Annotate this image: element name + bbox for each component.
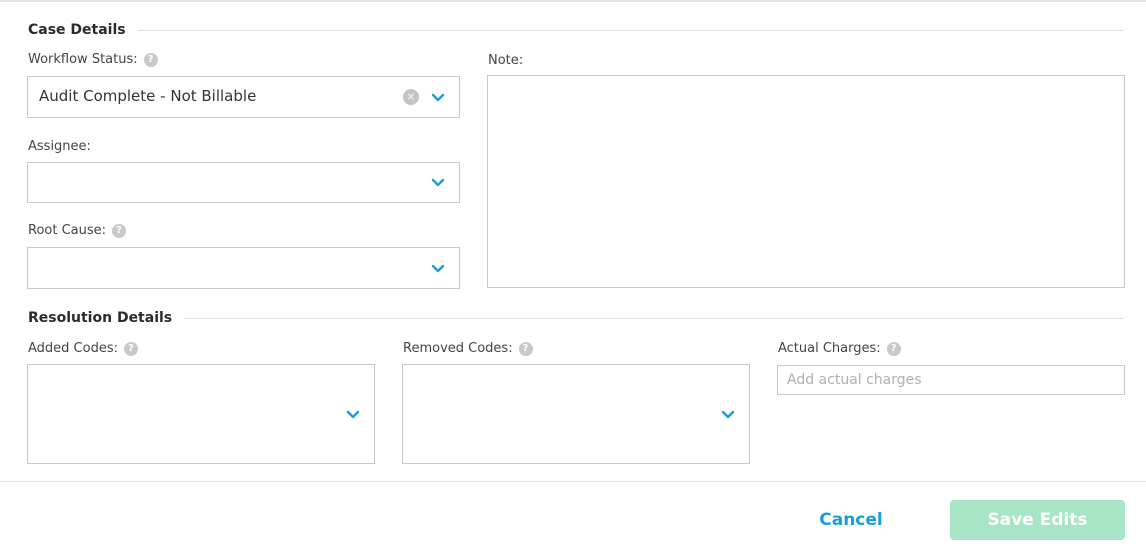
workflow-status-label: Workflow Status: ? [28,52,158,67]
added-codes-label-text: Added Codes: [28,341,118,356]
removed-codes-select[interactable] [402,364,750,464]
workflow-status-value: Audit Complete - Not Billable [39,87,257,105]
chevron-down-icon[interactable] [431,93,445,102]
help-icon[interactable]: ? [518,341,533,356]
assignee-label-text: Assignee: [28,139,91,154]
actual-charges-label-text: Actual Charges: [778,341,881,356]
help-icon[interactable]: ? [143,52,158,67]
workflow-status-label-text: Workflow Status: [28,52,138,67]
section-divider [137,29,1124,31]
assignee-select[interactable] [27,162,460,203]
help-icon[interactable]: ? [123,341,138,356]
chevron-down-icon[interactable] [431,264,445,273]
help-icon[interactable]: ? [886,341,901,356]
clear-icon[interactable]: × [403,89,419,105]
actual-charges-label: Actual Charges: ? [778,341,901,356]
root-cause-label: Root Cause: ? [28,223,127,238]
help-icon[interactable]: ? [112,223,127,238]
footer-divider [0,481,1146,482]
workflow-status-select[interactable]: Audit Complete - Not Billable × [27,76,460,118]
case-details-header: Case Details [28,22,1126,38]
note-label: Note: [488,53,523,68]
cancel-button[interactable]: Cancel [806,502,896,538]
root-cause-label-text: Root Cause: [28,223,107,238]
case-details-title: Case Details [28,22,126,38]
note-textarea[interactable] [487,75,1125,288]
section-divider [184,317,1125,319]
chevron-down-icon[interactable] [346,410,360,419]
chevron-down-icon[interactable] [721,410,735,419]
actual-charges-input[interactable] [777,365,1125,395]
resolution-details-header: Resolution Details [28,310,1126,326]
root-cause-select[interactable] [27,247,460,289]
save-edits-button[interactable]: Save Edits [950,500,1125,540]
added-codes-label: Added Codes: ? [28,341,138,356]
top-border [0,0,1146,2]
resolution-details-title: Resolution Details [28,310,173,326]
assignee-label: Assignee: [28,139,91,154]
chevron-down-icon[interactable] [431,178,445,187]
note-label-text: Note: [488,53,524,68]
removed-codes-label-text: Removed Codes: [403,341,513,356]
removed-codes-label: Removed Codes: ? [403,341,533,356]
added-codes-select[interactable] [27,364,375,464]
